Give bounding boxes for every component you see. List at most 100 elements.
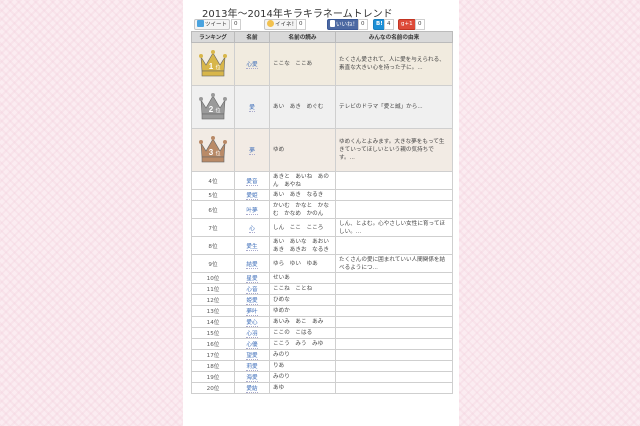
name-cell: 結愛 bbox=[234, 254, 270, 273]
name-cell: 夢 bbox=[234, 128, 270, 172]
reading-cell: ここね ことね bbox=[269, 283, 336, 295]
rank-crown-cell: 3位 bbox=[191, 128, 235, 172]
name-cell: 叶夢 bbox=[234, 200, 270, 219]
reading-cell: せいあ bbox=[269, 272, 336, 284]
rank-cell: 8位 bbox=[191, 236, 235, 255]
rank-cell: 9位 bbox=[191, 254, 235, 273]
table-row: 8位 愛生 あい あいな あおい あき あきお なるき bbox=[191, 236, 453, 255]
name-link[interactable]: 心優 bbox=[246, 342, 258, 349]
name-link[interactable]: 星愛 bbox=[246, 276, 258, 283]
origin-cell bbox=[335, 171, 453, 190]
header-origin: みんなの名前の由来 bbox=[335, 31, 453, 43]
origin-cell bbox=[335, 327, 453, 339]
name-link[interactable]: 愛 bbox=[249, 105, 255, 112]
name-link[interactable]: 夢 bbox=[249, 148, 255, 155]
rank-cell: 11位 bbox=[191, 283, 235, 295]
reading-cell: あい あいな あおい あき あきお なるき bbox=[269, 236, 336, 255]
table-row: 4位 愛音 あきと あいね あのん あやね bbox=[191, 171, 453, 190]
origin-cell bbox=[335, 305, 453, 317]
name-link[interactable]: 望愛 bbox=[246, 353, 258, 360]
tweet-button[interactable]: ツイート bbox=[194, 19, 231, 30]
reading-cell: ここの こはる bbox=[269, 327, 336, 339]
crown-rank-number: 2 bbox=[209, 105, 214, 114]
table-row: 11位 心音 ここね ことね bbox=[191, 283, 453, 295]
rank-cell: 6位 bbox=[191, 200, 235, 219]
name-cell: 心 bbox=[234, 218, 270, 237]
origin-cell bbox=[335, 382, 453, 394]
name-link[interactable]: 結愛 bbox=[246, 261, 258, 269]
iine-button[interactable]: イイネ！ bbox=[264, 19, 301, 30]
ranking-row-top-1: 1 位 心愛 ここな ここあ たくさん愛されて、人に愛を与えられる、素直な大きい心を持っ… bbox=[191, 42, 453, 86]
origin-cell bbox=[335, 316, 453, 328]
name-link[interactable]: 愛音 bbox=[246, 178, 258, 186]
origin-cell: しん、とよむ。心やさしい女性に育ってほしい。... bbox=[335, 218, 453, 237]
table-row: 10位 星愛 せいあ bbox=[191, 272, 453, 284]
origin-cell bbox=[335, 283, 453, 295]
crown-rank-suffix: 位 bbox=[215, 107, 220, 114]
name-link[interactable]: 愛結 bbox=[246, 386, 258, 393]
reading-cell: かいむ かなと かなむ かなめ かのん bbox=[269, 200, 336, 219]
name-cell: 心愛 bbox=[234, 42, 270, 86]
header-name: 名前 bbox=[234, 31, 270, 43]
rank-cell: 14位 bbox=[191, 316, 235, 328]
name-link[interactable]: 心音 bbox=[246, 287, 258, 294]
rank-crown-cell: 2位 bbox=[191, 85, 235, 129]
table-row: 9位 結愛 ゆら ゆい ゆあ たくさんの愛に囲まれていい人間関係を結べるようにつ... bbox=[191, 254, 453, 273]
reading-cell: みのり bbox=[269, 349, 336, 361]
facebook-like-button[interactable]: いいね！ bbox=[327, 19, 362, 30]
table-row: 17位 望愛 みのり bbox=[191, 349, 453, 361]
name-link[interactable]: 心愛 bbox=[246, 62, 258, 69]
origin-cell: たくさんの愛に囲まれていい人間関係を結べるようにつ... bbox=[335, 254, 453, 273]
reading-cell: ゆめ bbox=[269, 128, 336, 172]
header-reading: 名前の読み bbox=[269, 31, 336, 43]
rank-cell: 13位 bbox=[191, 305, 235, 317]
table-row: 13位 夢叶 ゆめか bbox=[191, 305, 453, 317]
name-link[interactable]: 愛心 bbox=[246, 320, 258, 327]
name-link[interactable]: 愛生 bbox=[246, 243, 258, 251]
reading-cell: ゆら ゆい ゆあ bbox=[269, 254, 336, 273]
rank-cell: 7位 bbox=[191, 218, 235, 237]
table-row: 7位 心 しん ここ こころ しん、とよむ。心やさしい女性に育ってほしい。... bbox=[191, 218, 453, 237]
name-cell: 姫愛 bbox=[234, 294, 270, 306]
origin-cell bbox=[335, 360, 453, 372]
crown-icon: 2位 bbox=[199, 93, 227, 120]
origin-cell: テレビのドラマ「愛と誠」から... bbox=[335, 85, 453, 129]
name-link[interactable]: 心羽 bbox=[246, 331, 258, 338]
name-link[interactable]: 夢叶 bbox=[246, 309, 258, 316]
name-link[interactable]: 心 bbox=[249, 225, 255, 233]
reading-cell: あい あき めぐむ bbox=[269, 85, 336, 129]
ranking-row-top-2: 2 位 愛 あい あき めぐむ テレビのドラマ「愛と誠」から... bbox=[191, 85, 453, 129]
tweet-count: 0 bbox=[231, 19, 241, 30]
table-row: 12位 姫愛 ひめな bbox=[191, 294, 453, 306]
reading-cell: あゆ bbox=[269, 382, 336, 394]
table-row: 14位 愛心 あいみ あこ あみ bbox=[191, 316, 453, 328]
name-cell: 夢叶 bbox=[234, 305, 270, 317]
gplus-button[interactable]: g+1 bbox=[398, 19, 416, 30]
reading-cell: ここう みう みゆ bbox=[269, 338, 336, 350]
rank-cell: 17位 bbox=[191, 349, 235, 361]
rank-crown-cell: 1位 bbox=[191, 42, 235, 86]
name-cell: 愛 bbox=[234, 85, 270, 129]
iine-count: 0 bbox=[296, 19, 306, 30]
share-bar: ツイート 0 イイネ！ 0 いいね！ 0 B! 4 g+1 0 bbox=[194, 19, 454, 30]
crown-rank-suffix: 位 bbox=[215, 150, 220, 157]
name-link[interactable]: 莉愛 bbox=[246, 364, 258, 371]
rank-cell: 16位 bbox=[191, 338, 235, 350]
name-link[interactable]: 姫愛 bbox=[246, 298, 258, 305]
table-row: 19位 海愛 みのり bbox=[191, 371, 453, 383]
rank-cell: 10位 bbox=[191, 272, 235, 284]
reading-cell: あきと あいね あのん あやね bbox=[269, 171, 336, 190]
name-link[interactable]: 海愛 bbox=[246, 375, 258, 382]
name-link[interactable]: 叶夢 bbox=[246, 207, 258, 215]
gplus-count: 0 bbox=[415, 19, 425, 30]
name-link[interactable]: 愛姫 bbox=[246, 193, 258, 200]
content-column: 2013年～2014年キラキラネームトレンド ツイート 0 イイネ！ 0 いいね… bbox=[183, 0, 459, 426]
name-cell: 心優 bbox=[234, 338, 270, 350]
reading-cell: みのり bbox=[269, 371, 336, 383]
name-cell: 望愛 bbox=[234, 349, 270, 361]
smile-icon bbox=[267, 20, 274, 27]
reading-cell: ひめな bbox=[269, 294, 336, 306]
name-cell: 莉愛 bbox=[234, 360, 270, 372]
table-row: 16位 心優 ここう みう みゆ bbox=[191, 338, 453, 350]
rank-cell: 5位 bbox=[191, 189, 235, 201]
